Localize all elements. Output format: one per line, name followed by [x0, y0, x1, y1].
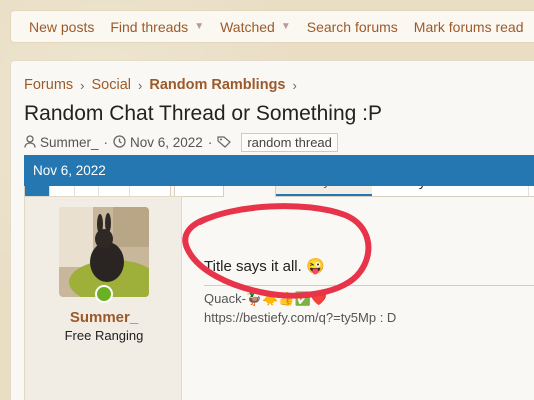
- nav-new-posts[interactable]: New posts: [29, 19, 94, 35]
- thread-meta: Summer_ · Nov 6, 2022 · random thread: [24, 133, 338, 152]
- signature-line-2[interactable]: https://bestiefy.com/q?=ty5Mp : D: [204, 310, 396, 325]
- nav-search-forums-label: Search forums: [306, 18, 398, 35]
- nav-search-forums[interactable]: Search forums: [307, 19, 398, 35]
- meta-separator: ·: [103, 135, 109, 150]
- signature-line-1: Quack-🦆🐥👍✅❤️: [204, 291, 327, 306]
- chevron-right-icon: ›: [292, 77, 297, 93]
- breadcrumb-social[interactable]: Social: [92, 77, 132, 93]
- top-navbar: New posts Find threads ▼ Watched ▼ Search …: [10, 10, 534, 43]
- online-indicator: [95, 285, 113, 303]
- nav-find-threads-label: Find threads: [110, 18, 189, 35]
- post-header: Nov 6, 2022: [24, 155, 534, 186]
- breadcrumb-forums[interactable]: Forums: [24, 77, 73, 93]
- nav-new-posts-label: New posts: [29, 18, 95, 35]
- nav-watched-label: Watched: [220, 18, 275, 35]
- tags-icon: [217, 135, 233, 151]
- nav-watched[interactable]: Watched ▼: [220, 19, 291, 35]
- thread-tag[interactable]: random thread: [241, 133, 338, 152]
- avatar[interactable]: [59, 207, 149, 297]
- chevron-down-icon[interactable]: ▼: [194, 21, 204, 32]
- nav-find-threads[interactable]: Find threads ▼: [110, 19, 204, 35]
- post-user-cell: Summer_ Free Ranging: [24, 196, 182, 400]
- post-message: Title says it all. 😜: [204, 258, 325, 275]
- chevron-right-icon: ›: [80, 77, 85, 93]
- thread-author[interactable]: Summer_: [40, 135, 99, 150]
- meta-separator: ·: [207, 135, 213, 150]
- signature-divider: [204, 285, 534, 286]
- chevron-right-icon: ›: [138, 77, 143, 93]
- post-user-title: Free Ranging: [64, 328, 144, 343]
- breadcrumb-random-ramblings[interactable]: Random Ramblings: [149, 77, 285, 93]
- user-icon: [24, 134, 36, 151]
- nav-mark-forums-read[interactable]: Mark forums read: [414, 19, 524, 35]
- thread-date[interactable]: Nov 6, 2022: [130, 135, 203, 150]
- clock-icon: [113, 134, 126, 151]
- post-date[interactable]: Nov 6, 2022: [33, 163, 106, 178]
- breadcrumb: Forums › Social › Random Ramblings ›: [24, 77, 304, 93]
- chevron-down-icon[interactable]: ▼: [281, 21, 291, 32]
- post-username[interactable]: Summer_: [25, 309, 183, 326]
- sort-divider: [275, 196, 534, 197]
- page-title: Random Chat Thread or Something :P: [24, 102, 382, 125]
- nav-mark-forums-read-label: Mark forums read: [413, 18, 524, 35]
